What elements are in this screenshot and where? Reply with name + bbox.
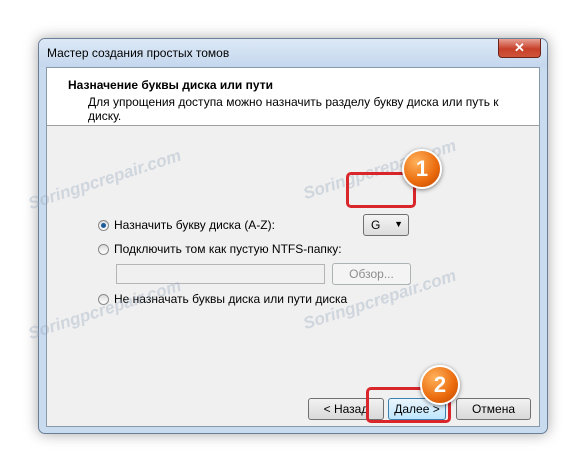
radio-assign-letter[interactable] [98,220,109,231]
wizard-client-area: Назначение буквы диска или пути Для упро… [46,67,540,427]
radio-mount-folder-label[interactable]: Подключить том как пустую NTFS-папку: [114,242,342,256]
drive-letter-value: G [371,218,381,232]
drive-letter-dropdown[interactable]: G ▼ [363,214,409,236]
cancel-button[interactable]: Отмена [456,398,531,420]
browse-button[interactable]: Обзор... [332,263,411,285]
header-title: Назначение буквы диска или пути [68,78,273,92]
title-bar[interactable]: Мастер создания простых томов ✕ [39,39,547,67]
folder-path-input[interactable] [116,264,325,284]
wizard-window: Мастер создания простых томов ✕ Назначен… [38,38,548,434]
radio-selected-dot [101,223,106,228]
wizard-header: Назначение буквы диска или пути Для упро… [47,68,539,126]
window-title: Мастер создания простых томов [47,46,230,60]
close-icon: ✕ [514,40,525,55]
step-badge-1: 1 [402,149,442,189]
step-badge-2: 2 [420,365,460,405]
radio-mount-folder[interactable] [98,244,109,255]
close-button[interactable]: ✕ [498,39,541,58]
header-description: Для упрощения доступа можно назначить ра… [88,95,499,123]
chevron-down-icon: ▼ [394,219,403,229]
radio-assign-letter-label[interactable]: Назначить букву диска (A-Z): [114,218,275,232]
